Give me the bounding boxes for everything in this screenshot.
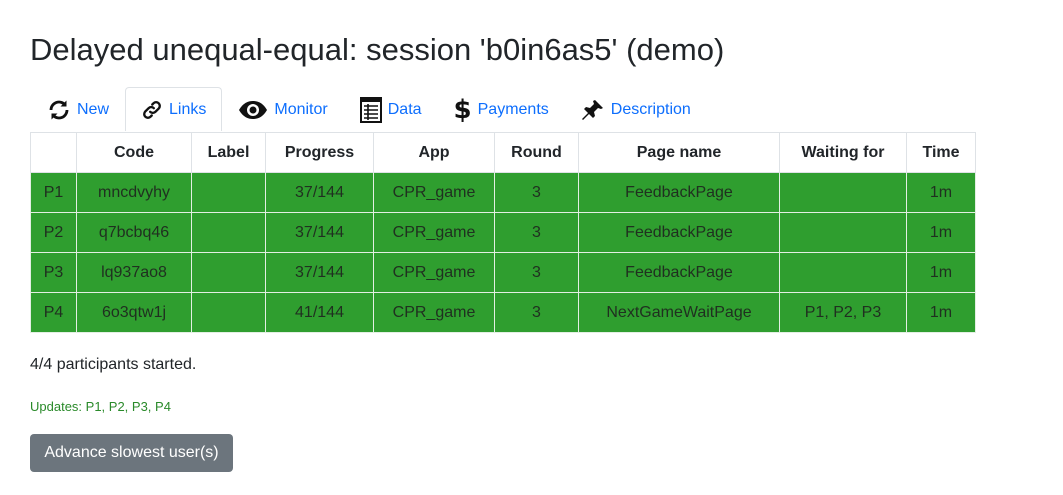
eye-icon: [238, 99, 268, 121]
table-row: P2 q7bcbq46 37/144 CPR_game 3 FeedbackPa…: [30, 212, 976, 253]
cell-progress: 37/144: [265, 172, 374, 213]
cell-waiting-for: [779, 252, 907, 293]
header-progress: Progress: [265, 132, 374, 173]
cell-page-name: NextGameWaitPage: [578, 292, 780, 333]
header-round: Round: [494, 132, 579, 173]
cell-label: [191, 212, 266, 253]
cell-id: P3: [30, 252, 77, 293]
cell-app: CPR_game: [373, 292, 495, 333]
cell-app: CPR_game: [373, 172, 495, 213]
advance-slowest-users-button[interactable]: Advance slowest user(s): [30, 434, 233, 472]
tab-data-label: Data: [387, 100, 422, 118]
spreadsheet-icon: [359, 96, 382, 123]
header-id: [30, 132, 77, 173]
cell-label: [191, 252, 266, 293]
cell-round: 3: [494, 172, 579, 213]
dollar-icon: $: [453, 94, 472, 125]
cell-app: CPR_game: [373, 212, 495, 253]
table-header-row: Code Label Progress App Round Page name …: [30, 132, 976, 173]
pushpin-icon: [581, 98, 605, 122]
cell-waiting-for: [779, 212, 907, 253]
cell-progress: 41/144: [265, 292, 374, 333]
cell-page-name: FeedbackPage: [578, 172, 780, 213]
refresh-icon: [47, 98, 71, 122]
cell-time: 1m: [906, 252, 976, 293]
updates-status: Updates: P1, P2, P3, P4: [30, 399, 171, 414]
cell-label: [191, 172, 266, 213]
cell-label: [191, 292, 266, 333]
cell-progress: 37/144: [265, 252, 374, 293]
cell-code: 6o3qtw1j: [76, 292, 192, 333]
table-row: P3 lq937ao8 37/144 CPR_game 3 FeedbackPa…: [30, 252, 976, 293]
header-page-name: Page name: [578, 132, 780, 173]
cell-page-name: FeedbackPage: [578, 212, 780, 253]
header-waiting-for: Waiting for: [779, 132, 907, 173]
tab-monitor-label: Monitor: [274, 100, 328, 118]
tab-description[interactable]: Description: [565, 87, 707, 131]
tab-new-label: New: [77, 100, 110, 118]
cell-code: q7bcbq46: [76, 212, 192, 253]
header-code: Code: [76, 132, 192, 173]
cell-page-name: FeedbackPage: [578, 252, 780, 293]
cell-code: lq937ao8: [76, 252, 192, 293]
cell-time: 1m: [906, 212, 976, 253]
cell-time: 1m: [906, 292, 976, 333]
cell-progress: 37/144: [265, 212, 374, 253]
header-label: Label: [191, 132, 266, 173]
session-tabs: New Links Monitor Data $ Payments Descri…: [30, 87, 975, 131]
tab-payments[interactable]: $ Payments: [438, 87, 565, 131]
cell-id: P1: [30, 172, 77, 213]
participants-summary: 4/4 participants started.: [30, 356, 197, 373]
tab-links-label: Links: [169, 100, 207, 118]
cell-id: P2: [30, 212, 77, 253]
tab-monitor[interactable]: Monitor: [222, 87, 343, 131]
tab-new[interactable]: New: [30, 87, 125, 131]
cell-waiting-for: [779, 172, 907, 213]
cell-round: 3: [494, 292, 579, 333]
cell-round: 3: [494, 252, 579, 293]
cell-waiting-for: P1, P2, P3: [779, 292, 907, 333]
tab-payments-label: Payments: [477, 100, 549, 118]
tab-description-label: Description: [610, 100, 691, 118]
header-app: App: [373, 132, 495, 173]
cell-id: P4: [30, 292, 77, 333]
table-row: P4 6o3qtw1j 41/144 CPR_game 3 NextGameWa…: [30, 292, 976, 333]
header-time: Time: [906, 132, 976, 173]
tab-data[interactable]: Data: [344, 87, 438, 131]
page-title: Delayed unequal-equal: session 'b0in6as5…: [30, 32, 725, 67]
cell-round: 3: [494, 212, 579, 253]
cell-time: 1m: [906, 172, 976, 213]
cell-code: mncdvyhy: [76, 172, 192, 213]
table-row: P1 mncdvyhy 37/144 CPR_game 3 FeedbackPa…: [30, 172, 976, 213]
tab-links[interactable]: Links: [125, 87, 223, 131]
participants-table: Code Label Progress App Round Page name …: [30, 132, 976, 333]
link-icon: [141, 99, 163, 121]
cell-app: CPR_game: [373, 252, 495, 293]
